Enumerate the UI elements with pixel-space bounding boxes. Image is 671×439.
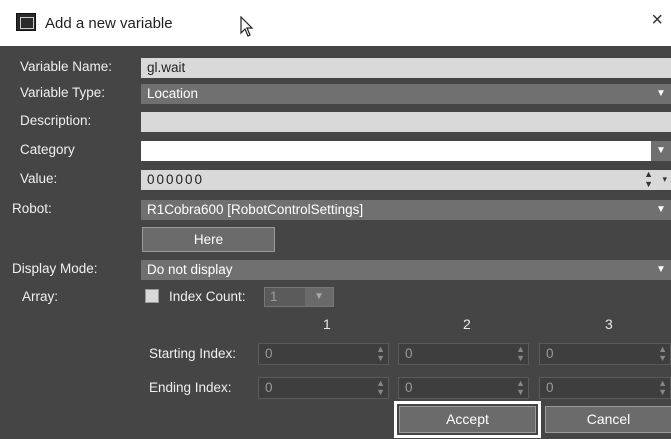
array-label: Array: bbox=[22, 289, 59, 304]
dropdown-caret-icon[interactable]: ▾ bbox=[662, 170, 667, 189]
ending-index-2-value: 0 bbox=[405, 380, 413, 395]
display-mode-label: Display Mode: bbox=[12, 261, 98, 276]
spinner-icon[interactable]: ▲ ▼ bbox=[516, 345, 525, 363]
title-bar: Add a new variable × bbox=[0, 0, 671, 46]
starting-index-3-value: 0 bbox=[546, 346, 554, 361]
starting-index-1-value: 0 bbox=[265, 346, 273, 361]
index-count-label: Index Count: bbox=[169, 289, 246, 304]
robot-select[interactable]: R1Cobra600 [RobotControlSettings] ▼ bbox=[141, 200, 671, 220]
spinner-icon[interactable]: ▲ ▼ bbox=[376, 345, 385, 363]
robot-label: Robot: bbox=[12, 201, 52, 216]
ending-index-2-input[interactable]: 0 ▲ ▼ bbox=[398, 377, 529, 399]
ending-index-3-input[interactable]: 0 ▲ ▼ bbox=[539, 377, 671, 399]
column-header-2: 2 bbox=[463, 316, 471, 332]
spinner-icon[interactable]: ▲ ▼ bbox=[644, 170, 653, 189]
variable-type-label: Variable Type: bbox=[20, 85, 106, 100]
ending-index-3-value: 0 bbox=[546, 380, 554, 395]
value-label: Value: bbox=[20, 171, 58, 186]
window-title: Add a new variable bbox=[45, 15, 173, 32]
description-input[interactable] bbox=[141, 112, 671, 132]
cancel-button[interactable]: Cancel bbox=[545, 406, 671, 433]
variable-type-value: Location bbox=[147, 86, 199, 101]
starting-index-label: Starting Index: bbox=[149, 346, 237, 361]
spinner-icon[interactable]: ▲ ▼ bbox=[658, 379, 667, 397]
category-label: Category bbox=[20, 142, 75, 157]
starting-index-3-input[interactable]: 0 ▲ ▼ bbox=[539, 343, 671, 365]
chevron-down-icon: ▼ bbox=[656, 88, 666, 99]
array-checkbox[interactable] bbox=[145, 289, 159, 303]
category-select[interactable]: ▼ bbox=[141, 141, 671, 161]
chevron-down-icon: ▼ bbox=[656, 264, 666, 275]
here-button[interactable]: Here bbox=[142, 227, 275, 252]
accept-button[interactable]: Accept bbox=[399, 406, 536, 433]
spinner-icon[interactable]: ▲ ▼ bbox=[376, 379, 385, 397]
app-icon bbox=[16, 13, 36, 31]
chevron-down-icon: ▼ bbox=[651, 141, 671, 161]
ending-index-1-value: 0 bbox=[265, 380, 273, 395]
value-input[interactable]: 000000 ▲ ▼ ▾ bbox=[141, 170, 671, 190]
chevron-down-icon: ▼ bbox=[656, 204, 666, 215]
description-label: Description: bbox=[20, 113, 92, 128]
close-icon[interactable]: × bbox=[651, 10, 663, 30]
display-mode-select[interactable]: Do not display ▼ bbox=[141, 260, 671, 280]
starting-index-1-input[interactable]: 0 ▲ ▼ bbox=[258, 343, 389, 365]
spinner-icon[interactable]: ▲ ▼ bbox=[516, 379, 525, 397]
index-count-select[interactable]: 1 ▼ bbox=[264, 287, 334, 307]
starting-index-2-input[interactable]: 0 ▲ ▼ bbox=[398, 343, 529, 365]
variable-name-input[interactable]: gl.wait bbox=[141, 58, 671, 78]
column-header-3: 3 bbox=[605, 316, 613, 332]
mouse-cursor-icon bbox=[240, 15, 256, 41]
ending-index-label: Ending Index: bbox=[149, 380, 232, 395]
index-count-value: 1 bbox=[270, 289, 278, 304]
chevron-down-icon: ▼ bbox=[305, 288, 333, 306]
column-header-1: 1 bbox=[323, 316, 331, 332]
variable-name-label: Variable Name: bbox=[20, 59, 113, 74]
variable-type-select[interactable]: Location ▼ bbox=[141, 84, 671, 104]
starting-index-2-value: 0 bbox=[405, 346, 413, 361]
value-text: 000000 bbox=[147, 172, 205, 187]
ending-index-1-input[interactable]: 0 ▲ ▼ bbox=[258, 377, 389, 399]
robot-value: R1Cobra600 [RobotControlSettings] bbox=[147, 202, 364, 217]
display-mode-value: Do not display bbox=[147, 262, 233, 277]
spinner-icon[interactable]: ▲ ▼ bbox=[658, 345, 667, 363]
